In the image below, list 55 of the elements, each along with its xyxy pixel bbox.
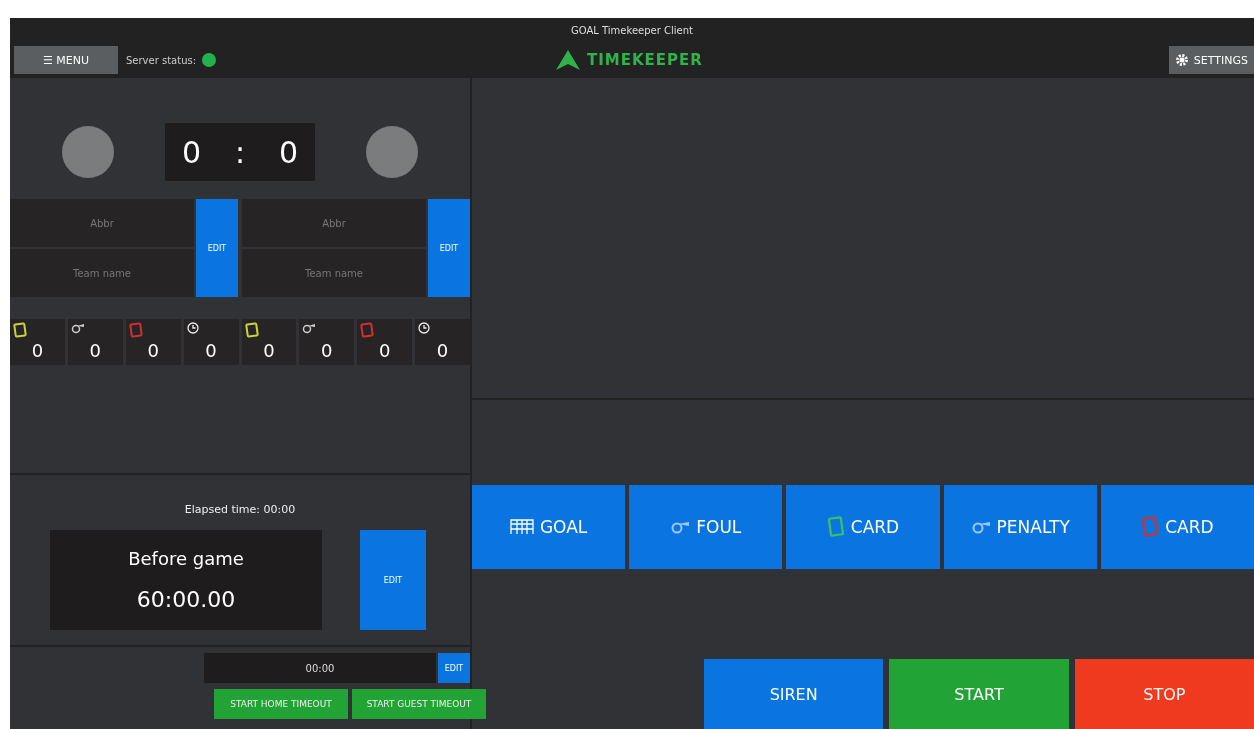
team-name-field[interactable]: Team name [10, 249, 194, 297]
guest-score: 0 [278, 134, 298, 170]
stat-value: 0 [436, 340, 449, 361]
team-logo [366, 126, 418, 178]
stat-value: 0 [205, 340, 217, 361]
control-button[interactable]: START [889, 659, 1069, 729]
card-icon [244, 322, 259, 338]
start-guest-timeout-button[interactable]: START GUEST TIMEOUT [352, 689, 486, 719]
logo-icon [555, 49, 581, 71]
game-phase: Before game [128, 548, 244, 569]
whistle-icon [970, 520, 991, 534]
goal-net-icon [509, 519, 534, 535]
home-score: 0 [181, 134, 202, 170]
event-button[interactable]: FOUL [629, 485, 783, 569]
stat-value: 0 [31, 340, 44, 361]
card-icon [1141, 516, 1160, 538]
event-button[interactable]: PENALTY [943, 485, 1097, 569]
card-icon [360, 322, 375, 338]
menu-button[interactable]: ☰ MENU [14, 46, 118, 74]
start-home-timeout-button[interactable]: START HOME TIMEOUT [214, 689, 348, 719]
stat-value: 0 [263, 340, 275, 361]
server-status-label: Server status: [126, 54, 197, 66]
timeout-display: 00:00 [204, 653, 436, 683]
stat-value: 0 [321, 340, 333, 361]
edit-button[interactable]: EDIT [360, 530, 426, 630]
score-separator: : [234, 134, 246, 170]
event-button[interactable]: CARD [786, 485, 940, 569]
control-button[interactable]: SIREN [704, 659, 884, 729]
control-button[interactable]: STOP [1074, 659, 1254, 729]
elapsed-time: Elapsed time: 00:00 [184, 503, 296, 516]
settings-button[interactable]: SETTINGS [1168, 46, 1254, 74]
card-icon [826, 516, 845, 538]
window-title: GOAL Timekeeper Client [571, 24, 693, 36]
team-name-field[interactable]: Team name [242, 249, 426, 297]
edit-button[interactable]: EDIT [438, 653, 470, 683]
card-icon [13, 322, 27, 338]
stat-value: 0 [147, 340, 159, 361]
settings-icon [1174, 53, 1189, 67]
whistle-icon [70, 322, 85, 334]
edit-button[interactable]: EDIT [196, 199, 238, 297]
logo-text: TIMEKEEPER [587, 51, 703, 69]
whistle-icon [302, 322, 317, 334]
event-button[interactable]: GOAL [472, 485, 626, 569]
game-clock: 60:00.00 [136, 587, 236, 612]
clock-icon [418, 322, 431, 334]
abbreviation-field[interactable]: Abbr [10, 199, 194, 247]
stat-value: 0 [89, 340, 102, 361]
whistle-icon [670, 520, 691, 534]
team-logo [62, 126, 114, 178]
stat-value: 0 [378, 340, 391, 361]
abbreviation-field[interactable]: Abbr [242, 199, 426, 247]
clock-icon [186, 322, 199, 334]
event-button[interactable]: CARD [1100, 485, 1254, 569]
card-icon [128, 322, 143, 338]
edit-button[interactable]: EDIT [428, 199, 470, 297]
